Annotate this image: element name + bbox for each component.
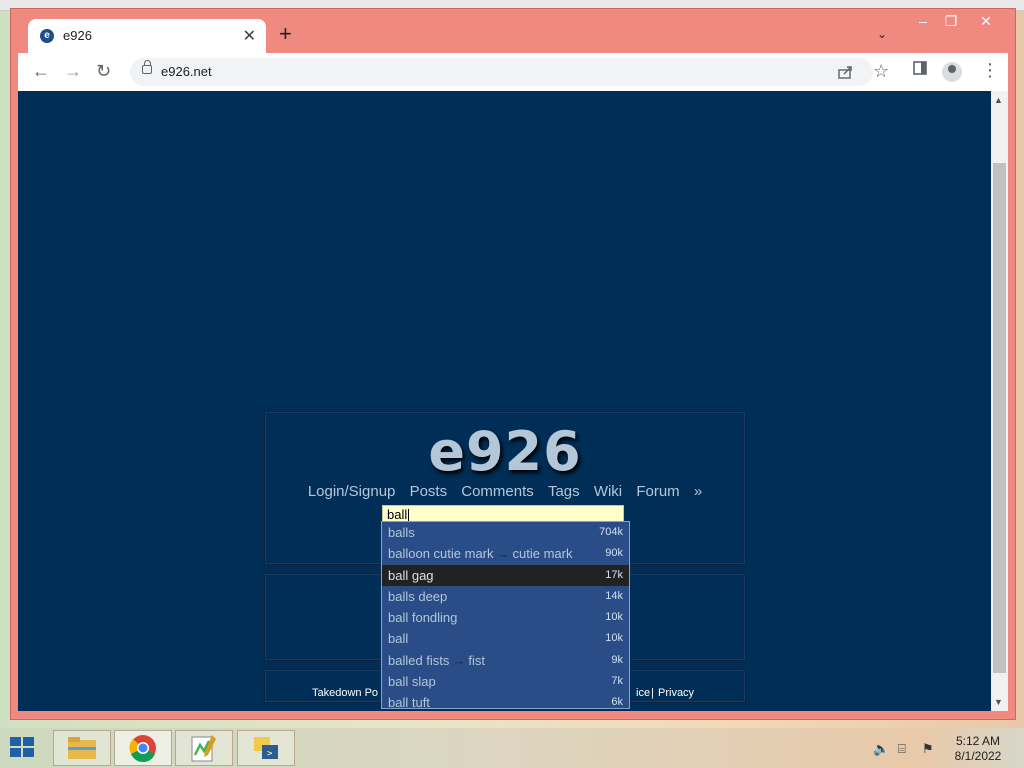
autocomplete-tag: ball <box>388 631 409 647</box>
scroll-down-arrow-icon[interactable]: ▼ <box>994 697 1003 707</box>
autocomplete-item[interactable]: ball tuft 6k <box>382 692 629 709</box>
back-button[interactable]: ← <box>32 61 50 82</box>
autocomplete-tag: balls <box>388 525 415 540</box>
windows-start-icon[interactable] <box>10 737 36 759</box>
tab-close-icon[interactable]: ✕ <box>243 26 256 46</box>
alias-arrow-icon: → <box>496 546 510 562</box>
page-scrollbar[interactable]: ▲ ▼ <box>991 91 1008 711</box>
tab-e926[interactable]: e e926 ✕ <box>28 19 266 53</box>
autocomplete-count: 10k <box>605 632 623 645</box>
clock-time: 5:12 AM <box>955 734 1001 748</box>
autocomplete-tag: ball gag <box>388 567 434 583</box>
tab-search-chevron-icon[interactable]: ⌄ <box>877 27 887 41</box>
network-icon[interactable]: ⌸ <box>898 741 906 757</box>
lock-icon[interactable] <box>142 60 152 74</box>
search-input-value: ball <box>387 507 408 522</box>
system-clock[interactable]: 5:12 AM 8/1/2022 <box>950 734 1006 764</box>
autocomplete-tag: ball fondling <box>388 610 458 626</box>
scroll-thumb[interactable] <box>993 163 1006 673</box>
forward-button[interactable]: → <box>64 61 82 82</box>
notepad-plus-plus-icon[interactable] <box>175 730 233 766</box>
autocomplete-tag: balled fists <box>388 652 450 668</box>
autocomplete-item[interactable]: balls deep 14k <box>382 586 629 607</box>
autocomplete-item[interactable]: ball slap 7k <box>382 671 629 692</box>
title-bar: e e926 ✕ + ⌄ – ❐ ✕ <box>11 9 1015 53</box>
autocomplete-tag: balloon cutie mark <box>388 546 494 562</box>
maximize-button[interactable]: ❐ <box>936 13 966 30</box>
footer-takedown-link[interactable]: Takedown Po <box>312 687 378 699</box>
nav-forum[interactable]: Forum <box>636 483 679 500</box>
autocomplete-alias: fist <box>468 652 486 668</box>
clock-date: 8/1/2022 <box>954 749 1002 763</box>
nav-more[interactable]: » <box>694 483 702 500</box>
main-nav: Login/Signup Posts Comments Tags Wiki Fo… <box>265 483 745 500</box>
autocomplete-alias: cutie mark <box>512 546 573 562</box>
autocomplete-item[interactable]: balls 704k <box>382 522 629 543</box>
autocomplete-tag: ball slap <box>388 674 436 690</box>
autocomplete-item[interactable]: balled fists → fist 9k <box>382 650 629 671</box>
autocomplete-count: 9k <box>611 653 623 666</box>
profile-avatar[interactable] <box>942 62 962 82</box>
autocomplete-tag: ball tuft <box>388 695 430 709</box>
footer-notice-link[interactable]: ice <box>636 687 650 699</box>
action-center-flag-icon[interactable]: ⚑ <box>922 741 934 757</box>
autocomplete-item[interactable]: ball fondling 10k <box>382 607 629 628</box>
nav-posts[interactable]: Posts <box>410 483 448 500</box>
svg-text:>: > <box>267 749 273 759</box>
autocomplete-tag: balls deep <box>388 588 448 604</box>
nav-tags[interactable]: Tags <box>548 483 580 500</box>
close-window-button[interactable]: ✕ <box>971 13 1001 30</box>
tab-title: e926 <box>63 28 92 43</box>
autocomplete-count: 10k <box>605 611 623 624</box>
taskbar: > 🔈 ⌸ ⚑ 5:12 AM 8/1/2022 <box>0 728 1024 768</box>
url-text[interactable]: e926.net <box>161 64 212 79</box>
browser-toolbar: ← → ↻ e926.net ☆ ⋮ <box>18 53 1008 91</box>
e926-favicon-icon: e <box>40 29 54 43</box>
bookmark-star-icon[interactable]: ☆ <box>873 61 889 82</box>
autocomplete-count: 90k <box>605 547 623 560</box>
python-icon[interactable]: > <box>237 730 295 766</box>
autocomplete-item-selected[interactable]: ball gag 17k <box>382 564 629 586</box>
autocomplete-count: 17k <box>605 568 623 581</box>
side-panel-icon[interactable] <box>913 61 927 80</box>
volume-muted-icon[interactable]: 🔈 <box>873 741 889 757</box>
footer-privacy-link[interactable]: Privacy <box>658 687 694 699</box>
autocomplete-count: 704k <box>599 526 623 538</box>
nav-comments[interactable]: Comments <box>461 483 534 500</box>
scroll-up-arrow-icon[interactable]: ▲ <box>994 95 1003 105</box>
nav-login-signup[interactable]: Login/Signup <box>308 483 396 500</box>
autocomplete-count: 14k <box>605 589 623 602</box>
new-tab-button[interactable]: + <box>279 23 292 45</box>
autocomplete-count: 7k <box>611 675 623 688</box>
nav-wiki[interactable]: Wiki <box>594 483 622 500</box>
footer-separator: | <box>651 687 654 699</box>
address-bar[interactable]: e926.net ☆ <box>130 58 889 86</box>
autocomplete-count: 6k <box>611 696 623 709</box>
alias-arrow-icon: → <box>452 652 466 668</box>
file-explorer-icon[interactable] <box>53 730 111 766</box>
autocomplete-dropdown: balls 704k balloon cutie mark → cutie mark 9… <box>381 521 630 709</box>
share-icon[interactable] <box>838 65 854 79</box>
reload-button[interactable]: ↻ <box>96 61 111 82</box>
autocomplete-item[interactable]: balloon cutie mark → cutie mark 90k <box>382 543 629 564</box>
site-logo[interactable]: e926 <box>265 420 745 483</box>
autocomplete-item[interactable]: ball 10k <box>382 628 629 649</box>
minimize-button[interactable]: – <box>908 13 938 29</box>
chrome-icon[interactable] <box>114 730 172 766</box>
chrome-menu-icon[interactable]: ⋮ <box>981 60 999 81</box>
